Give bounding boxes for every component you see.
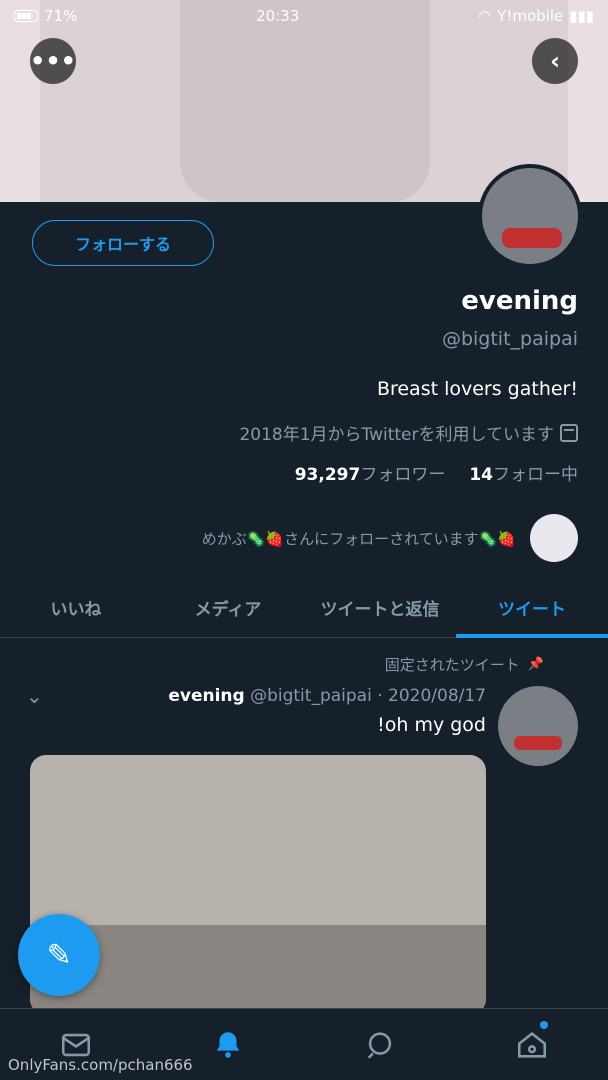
profile-bio: Breast lovers gather!: [376, 378, 578, 400]
tab-media[interactable]: メディア: [152, 578, 304, 637]
chevron-right-icon: ›: [550, 47, 560, 75]
clock: 20:33: [256, 7, 300, 25]
tweet-text: oh my god!: [377, 714, 486, 736]
more-options-button[interactable]: •••: [30, 38, 76, 84]
followed-by-text: 🍓🦠めかぶ🦠🍓さんにフォローされています: [201, 529, 516, 548]
bell-icon: [216, 1031, 240, 1058]
followers-label: フォロワー: [360, 465, 446, 485]
tweet-meta: @bigtit_paipai · 2020/08/17: [250, 686, 486, 706]
joined-text: 2018年1月からTwitterを利用しています: [239, 425, 554, 445]
nav-search[interactable]: [304, 1009, 456, 1080]
chevron-down-icon[interactable]: ⌄: [26, 684, 43, 708]
joined-date: 2018年1月からTwitterを利用しています: [239, 420, 578, 445]
pinned-text: 固定されたツイート: [384, 656, 520, 674]
carrier: Y!mobile: [497, 7, 564, 25]
profile-tabs: ツイート ツイートと返信 メディア いいね: [0, 578, 608, 638]
battery-level: 71%: [44, 7, 78, 25]
follower-avatar: [530, 514, 578, 562]
follow-button[interactable]: フォローする: [32, 220, 214, 266]
tweet-header: evening @bigtit_paipai · 2020/08/17: [162, 686, 486, 706]
battery-icon: [14, 10, 38, 22]
nav-home[interactable]: [456, 1009, 608, 1080]
more-icon: •••: [29, 47, 77, 75]
status-bar: 71% 20:33 ◠ Y!mobile ▮▮▮: [0, 0, 608, 32]
profile-avatar[interactable]: [478, 164, 582, 268]
tweet-avatar[interactable]: [498, 686, 578, 766]
tab-likes[interactable]: いいね: [0, 578, 152, 637]
pin-icon: 📌: [527, 657, 544, 672]
notification-dot: [540, 1021, 548, 1029]
profile-handle: @bigtit_paipai: [441, 328, 578, 350]
tweet-author[interactable]: evening: [168, 686, 244, 706]
watermark: OnlyFans.com/pchan666: [8, 1056, 193, 1074]
followers-stat[interactable]: 93,297フォロワー: [289, 460, 446, 485]
compose-tweet-button[interactable]: ✎: [18, 914, 100, 996]
search-icon: [367, 1031, 392, 1059]
follow-stats: 14フォロー中 93,297フォロワー: [289, 460, 578, 485]
following-label: フォロー中: [493, 465, 578, 485]
profile-name: evening: [461, 286, 578, 316]
feather-plus-icon: ✎: [46, 937, 72, 973]
tab-tweets[interactable]: ツイート: [456, 578, 608, 638]
signal-icon: ▮▮▮: [569, 7, 594, 25]
following-count: 14: [469, 465, 493, 485]
pinned-label: 📌 固定されたツイート: [385, 654, 544, 675]
calendar-icon: [560, 423, 578, 442]
wifi-icon: ◠: [478, 7, 492, 25]
tweet-media[interactable]: [30, 755, 486, 1015]
back-button[interactable]: ›: [532, 38, 578, 84]
tab-tweets-replies[interactable]: ツイートと返信: [304, 578, 456, 637]
media-placeholder: [30, 925, 486, 1015]
home-icon: [517, 1031, 547, 1058]
followed-by[interactable]: 🍓🦠めかぶ🦠🍓さんにフォローされています: [202, 514, 578, 562]
followers-count: 93,297: [294, 465, 361, 485]
following-stat[interactable]: 14フォロー中: [463, 460, 578, 485]
